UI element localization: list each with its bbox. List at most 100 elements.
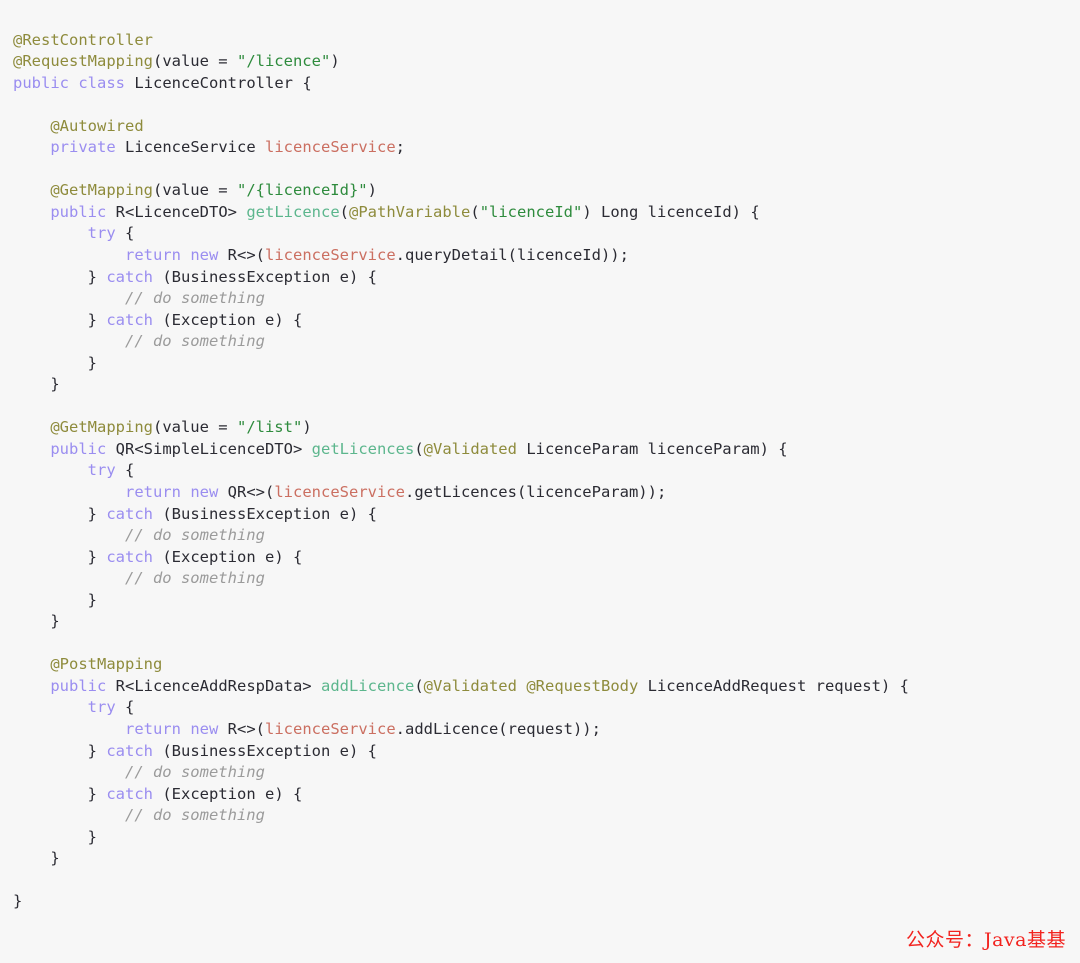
code-line: // do something <box>13 568 1080 590</box>
code-token-kw: public <box>50 202 107 221</box>
code-token-fld: licenceService <box>265 720 396 738</box>
code-token-cmt: // do something <box>124 289 265 308</box>
code-line: try { <box>13 697 1080 719</box>
code-token-pln: LicenceAddRequest request) { <box>638 676 909 695</box>
code-token-pln: } <box>13 310 107 329</box>
code-token-kw: class <box>78 73 126 92</box>
code-token-pln <box>13 806 125 824</box>
code-token-pln <box>125 74 134 92</box>
code-token-pln <box>69 74 78 92</box>
code-line: @GetMapping(value = "/{licenceId}") <box>13 180 1080 202</box>
code-token-pln: } <box>13 612 60 631</box>
code-token-pln <box>116 138 125 156</box>
code-line: } catch (Exception e) { <box>13 310 1080 332</box>
code-line: return new QR<>(licenceService.getLicenc… <box>13 482 1080 504</box>
code-token-pln <box>13 655 50 673</box>
code-token-cmt: // do something <box>124 332 265 351</box>
code-token-kw: try <box>87 698 116 717</box>
code-token-kw: try <box>87 461 116 480</box>
code-token-fld: licenceService <box>265 245 396 264</box>
code-token-pln <box>13 117 50 135</box>
code-token-pln <box>13 224 88 242</box>
code-token-pln: R<>( <box>218 720 265 738</box>
code-token-pln <box>13 418 50 436</box>
code-token-pln: { <box>293 73 312 92</box>
code-token-pln <box>181 720 190 738</box>
code-token-ann: @RestController <box>13 30 153 49</box>
code-token-pln: } <box>13 590 97 609</box>
code-token-ann: @GetMapping <box>50 181 153 200</box>
code-token-pln: } <box>13 504 107 523</box>
code-token-ann: @PostMapping <box>50 655 163 674</box>
code-token-pln: } <box>13 827 97 846</box>
code-token-pln <box>517 677 526 695</box>
code-line: public class LicenceController { <box>13 73 1080 95</box>
code-token-cls: LicenceController <box>134 73 293 92</box>
code-token-pln <box>13 181 50 199</box>
code-line: @RestController <box>13 30 1080 52</box>
code-token-pln: ; <box>395 138 405 157</box>
code-token-kw: public <box>13 73 69 92</box>
code-token-kw: catch <box>106 504 153 523</box>
code-token-pln: ( <box>470 202 480 221</box>
code-token-ann: @Autowired <box>50 116 144 135</box>
code-token-str: "/{licenceId}" <box>236 181 368 200</box>
code-token-pln: } <box>13 741 107 760</box>
code-token-str: "/list" <box>236 418 303 437</box>
code-token-pln <box>181 246 190 264</box>
code-block[interactable]: @RestController @RequestMapping(value = "… <box>13 30 1080 913</box>
code-token-pln: { <box>115 461 135 480</box>
code-token-pln: } <box>13 784 107 803</box>
code-token-mth: getLicence <box>246 202 340 221</box>
code-token-pln: (BusinessException e) { <box>153 267 377 286</box>
code-token-kw: catch <box>106 741 153 760</box>
code-token-kw: catch <box>106 267 153 286</box>
code-line: } catch (Exception e) { <box>13 784 1080 806</box>
code-token-pln: ( <box>414 439 424 458</box>
code-token-pln <box>13 332 125 350</box>
code-token-ann: @RequestMapping <box>13 52 153 71</box>
code-line: try { <box>13 460 1080 482</box>
code-line: @PostMapping <box>13 654 1080 676</box>
code-token-str: "licenceId" <box>479 202 583 221</box>
code-token-cmt: // do something <box>124 526 265 545</box>
code-token-pln <box>237 203 246 221</box>
code-line: public QR<SimpleLicenceDTO> getLicences(… <box>13 439 1080 461</box>
code-line: } catch (BusinessException e) { <box>13 267 1080 289</box>
code-line: // do something <box>13 525 1080 547</box>
code-token-pln: ) <box>330 52 340 71</box>
code-token-kw: private <box>50 138 116 157</box>
code-token-fld: licenceService <box>265 138 396 157</box>
code-token-kw: public <box>50 676 107 695</box>
code-line: @RequestMapping(value = "/licence") <box>13 51 1080 73</box>
code-line: @GetMapping(value = "/list") <box>13 417 1080 439</box>
code-line: } <box>13 891 1080 913</box>
code-line: } <box>13 611 1080 633</box>
code-line: // do something <box>13 331 1080 353</box>
code-token-pln: (value = <box>152 181 237 200</box>
code-line: } catch (BusinessException e) { <box>13 504 1080 526</box>
watermark-text: 公众号：Java基基 <box>905 929 1066 951</box>
code-line: try { <box>13 223 1080 245</box>
code-token-pln <box>302 440 311 458</box>
code-token-cmt: // do something <box>124 763 265 782</box>
code-token-ann: @PathVariable <box>349 202 471 221</box>
code-token-pln <box>13 720 125 738</box>
code-token-pln <box>13 246 125 264</box>
code-token-pln <box>106 440 115 458</box>
code-token-pln: } <box>13 849 60 868</box>
code-token-pln: LicenceParam licenceParam) { <box>516 439 788 458</box>
code-token-pln: } <box>13 353 97 372</box>
code-token-kw: catch <box>106 310 153 329</box>
code-token-pln <box>13 461 88 479</box>
code-line: // do something <box>13 288 1080 310</box>
code-token-cls: LicenceService <box>125 138 256 157</box>
code-token-kw: try <box>87 224 116 243</box>
code-token-kw: return <box>124 245 181 264</box>
code-token-pln: (value = <box>152 418 237 437</box>
code-token-pln <box>181 483 190 501</box>
